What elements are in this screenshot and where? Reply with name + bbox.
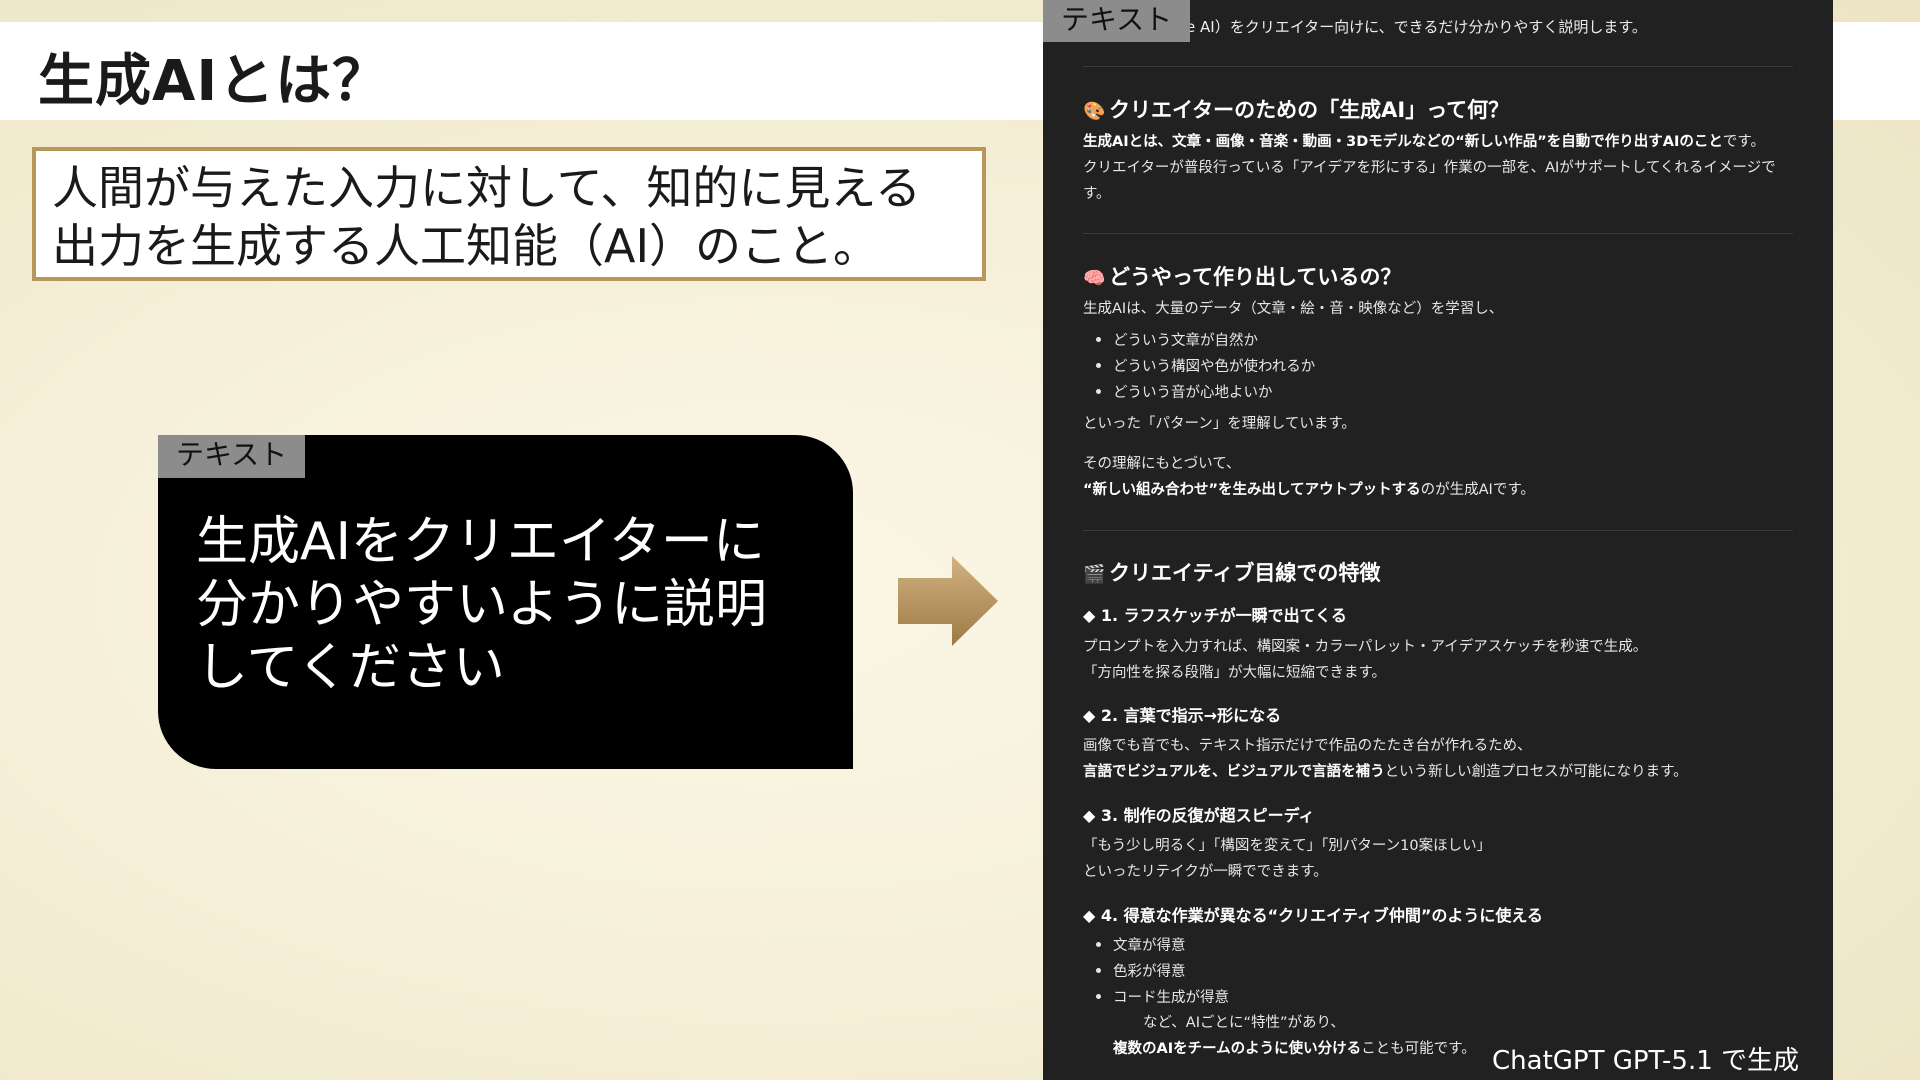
definition-line-1: 人間が与えた入力に対して、知的に見える (52, 161, 921, 215)
list-item: どういう音が心地よいか (1096, 381, 1273, 402)
section-heading-how: 🧠 どうやって作り出しているの？ (1083, 261, 1401, 291)
feature-heading: ◆ 4. 得意な作業が異なる“クリエイティブ仲間”のように使える (1083, 906, 1543, 925)
paragraph-bold: 複数のAIをチームのように使い分ける (1113, 1041, 1362, 1057)
paragraph-text: など、AIごとに“特性”があり、 (1143, 1015, 1345, 1031)
list-item: どういう構図や色が使われるか (1095, 355, 1315, 376)
section-heading-features: 🎬 クリエイティブ目線での特徴 (1083, 557, 1380, 587)
paragraph: プロンプトを入力すれば、構図案・カラーパレット・アイデアスケッチを秒速で生成。 (1083, 639, 1648, 655)
paragraph: 複数のAIをチームのように使い分けることも可能です。 (1113, 1037, 1476, 1058)
paragraph-text: のが生成AIです。 (1420, 482, 1535, 498)
paragraph-bold: 生成AIとは、文章・画像・音楽・動画・3Dモデルなどの“新しい作品”を自動で作り… (1083, 134, 1723, 150)
prompt-bubble: 生成AIをクリエイターに 分かりやすいように説明 してください (158, 435, 853, 769)
paragraph: といったリテイクが一瞬でできます。 (1083, 864, 1328, 880)
paragraph-text: です。 (1722, 134, 1765, 150)
paragraph: など、AIごとに“特性”があり、 (1143, 1011, 1345, 1032)
section-heading-how-text: どうやって作り出しているの？ (1109, 265, 1402, 289)
section-heading-features-text: クリエイティブ目線での特徴 (1109, 561, 1381, 585)
response-intro: ive AI）をクリエイター向けに、できるだけ分かりやすく説明します。 (1173, 18, 1647, 36)
paragraph: クリエイターが普段行っている「アイデアを形にする」作業の一部を、AIがサポートし… (1083, 160, 1776, 176)
prompt-line-3: してください (196, 638, 505, 698)
feature-heading: ◆ 3. 制作の反復が超スピーディ (1083, 806, 1315, 825)
list-item: 文章が得意 (1096, 934, 1186, 955)
paragraph: 言語でビジュアルを、ビジュアルで言語を補うという新しい創造プロセスが可能になりま… (1083, 759, 1688, 785)
slide-title: 生成AIとは？ (38, 49, 390, 114)
paragraph: といった「パターン」を理解しています。 (1083, 416, 1356, 432)
feature-heading: ◆ 1. ラフスケッチが一瞬で出てくる (1083, 606, 1347, 625)
list-item: 色彩が得意 (1096, 960, 1186, 981)
list-item: コード生成が得意 (1096, 986, 1229, 1007)
feature-heading: ◆ 2. 言葉で指示→形になる (1083, 706, 1282, 725)
list-item: どういう文章が自然か (1096, 329, 1258, 350)
prompt-line-1: 生成AIをクリエイターに (196, 512, 765, 572)
definition-box: 人間が与えた入力に対して、知的に見える 出力を生成する人工知能（AI）のこと。 (32, 147, 986, 281)
definition-line-2: 出力を生成する人工知能（AI）のこと。 (52, 219, 880, 273)
paragraph: 生成AIとは、文章・画像・音楽・動画・3Dモデルなどの“新しい作品”を自動で作り… (1083, 129, 1765, 155)
paragraph: “新しい組み合わせ”を生み出してアウトプットするのが生成AIです。 (1083, 477, 1535, 503)
paragraph: す。 (1083, 186, 1111, 202)
palette-icon: 🎨 (1083, 101, 1106, 122)
paragraph: その理解にもとづいて、 (1083, 456, 1241, 472)
paragraph-text: という新しい創造プロセスが可能になります。 (1384, 764, 1688, 780)
prompt-tag: テキスト (158, 435, 306, 478)
divider (1083, 530, 1793, 531)
paragraph-bold: “新しい組み合わせ”を生み出してアウトプットする (1083, 482, 1421, 498)
divider (1083, 233, 1793, 234)
section-heading-what-text: クリエイターのための「生成AI」って何？ (1109, 98, 1510, 122)
chatgpt-response-panel[interactable]: ive AI）をクリエイター向けに、できるだけ分かりやすく説明します。 🎨 クリエ… (1043, 0, 1833, 1080)
paragraph: 画像でも音でも、テキスト指示だけで作品のたたき台が作れるため、 (1083, 738, 1532, 754)
clapperboard-icon: 🎬 (1083, 564, 1106, 585)
prompt-line-2: 分かりやすいように説明 (196, 575, 767, 635)
brain-icon: 🧠 (1083, 268, 1106, 289)
paragraph-bold: 言語でビジュアルを、ビジュアルで言語を補う (1083, 764, 1385, 780)
credit-caption: ChatGPT GPT-5.1 で生成 (1492, 1046, 1800, 1076)
paragraph: 「方向性を探る段階」が大幅に短縮できます。 (1083, 665, 1387, 681)
paragraph: 「もう少し明るく」「構図を変えて」「別パターン10案ほしい」 (1083, 838, 1492, 854)
paragraph-text: ことも可能です。 (1361, 1041, 1476, 1057)
paragraph: 生成AIは、大量のデータ（文章・絵・音・映像など）を学習し、 (1083, 301, 1504, 317)
right-arrow-icon (898, 556, 998, 646)
section-heading-what: 🎨 クリエイターのための「生成AI」って何？ (1083, 94, 1509, 124)
divider (1083, 66, 1793, 67)
response-tag: テキスト (1043, 0, 1191, 42)
